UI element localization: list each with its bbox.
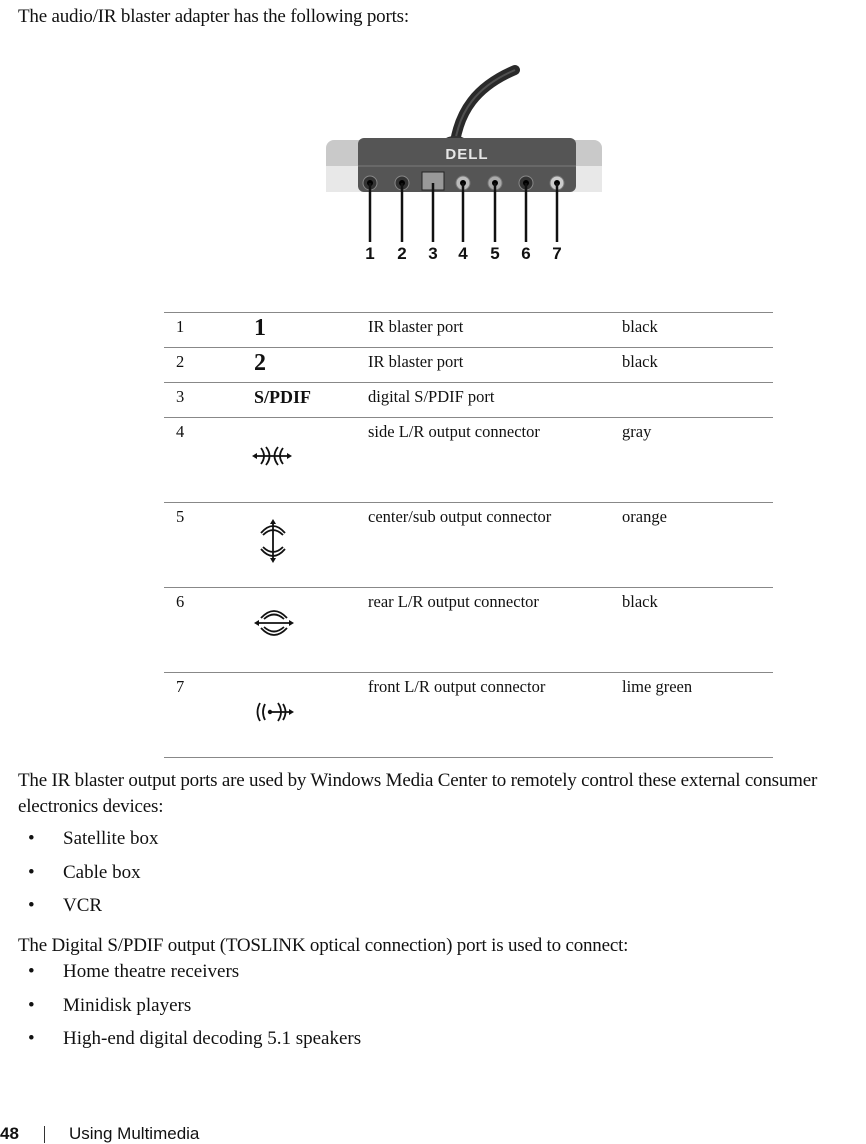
table-row: 7 front L/R output connector lime green — [164, 672, 773, 758]
spdif-label: S/PDIF — [254, 387, 312, 407]
list-item: Cable box — [28, 862, 159, 896]
port-description: front L/R output connector — [354, 672, 622, 758]
port-description: digital S/PDIF port — [354, 382, 622, 418]
port-number: 4 — [164, 417, 188, 503]
callout-7: 7 — [552, 244, 561, 263]
spdif-device-list: Home theatre receivers Minidisk players … — [28, 961, 361, 1062]
adapter-cable — [445, 65, 520, 147]
port-description: center/sub output connector — [354, 502, 622, 588]
ports-table: 1 1 IR blaster port black 2 2 IR blaster… — [164, 312, 773, 758]
port-number: 1 — [164, 312, 188, 348]
table-row: 2 2 IR blaster port black — [164, 347, 773, 383]
callout-3: 3 — [428, 244, 437, 263]
ir-port-1-label: 1 — [254, 315, 266, 341]
callout-1: 1 — [365, 244, 374, 263]
table-row: 4 side L/R output connector gray — [164, 417, 773, 503]
callout-4: 4 — [458, 244, 468, 263]
callout-2: 2 — [397, 244, 406, 263]
port-description: IR blaster port — [354, 347, 622, 383]
footer-divider — [44, 1126, 45, 1143]
port-description: rear L/R output connector — [354, 587, 622, 673]
port-number: 2 — [164, 347, 188, 383]
port-color: gray — [622, 417, 773, 503]
table-row: 1 1 IR blaster port black — [164, 312, 773, 348]
list-item: VCR — [28, 895, 159, 929]
side-lr-speaker-icon — [252, 446, 292, 466]
table-row: 5 center/sub output connector orange — [164, 502, 773, 588]
port-number: 6 — [164, 587, 188, 673]
front-lr-speaker-icon — [256, 702, 294, 722]
port-color: black — [622, 312, 773, 348]
list-item: Home theatre receivers — [28, 961, 361, 995]
port-number: 3 — [164, 382, 188, 418]
spdif-paragraph: The Digital S/PDIF output (TOSLINK optic… — [18, 935, 629, 956]
port-color: black — [622, 347, 773, 383]
port-description: side L/R output connector — [354, 417, 622, 503]
section-title: Using Multimedia — [69, 1124, 200, 1143]
list-item: Satellite box — [28, 828, 159, 862]
adapter-figure: DELL 1 2 3 4 5 6 7 — [326, 65, 602, 263]
rear-lr-speaker-icon — [254, 610, 294, 636]
page-number: 48 — [0, 1124, 19, 1143]
ir-port-2-label: 2 — [254, 350, 266, 376]
table-row: 3 S/PDIF digital S/PDIF port — [164, 382, 773, 418]
dell-logo: DELL — [445, 146, 488, 163]
table-row: 6 rear L/R output connector black — [164, 587, 773, 673]
ir-paragraph: The IR blaster output ports are used by … — [18, 770, 818, 817]
list-item: High-end digital decoding 5.1 speakers — [28, 1028, 361, 1062]
port-number: 5 — [164, 502, 188, 588]
list-item: Minidisk players — [28, 995, 361, 1029]
callout-6: 6 — [521, 244, 530, 263]
port-color: lime green — [622, 672, 773, 758]
port-color: orange — [622, 502, 773, 588]
port-number: 7 — [164, 672, 188, 758]
intro-text: The audio/IR blaster adapter has the fol… — [18, 6, 409, 27]
port-color — [622, 382, 773, 418]
center-sub-speaker-icon — [260, 519, 286, 563]
port-color: black — [622, 587, 773, 673]
port-description: IR blaster port — [354, 312, 622, 348]
ir-device-list: Satellite box Cable box VCR — [28, 828, 159, 929]
callout-5: 5 — [490, 244, 499, 263]
